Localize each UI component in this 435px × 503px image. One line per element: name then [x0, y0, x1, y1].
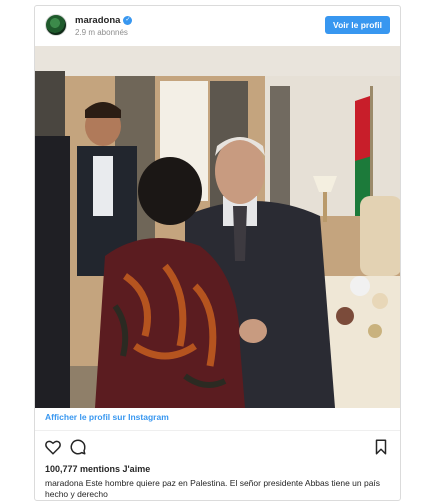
caption: maradona Este hombre quiere paz en Pales… [45, 478, 390, 500]
username[interactable]: maradona [75, 15, 120, 26]
comment-icon[interactable] [69, 438, 87, 456]
followers-count: 2.9 m abonnés [75, 28, 128, 37]
username-row[interactable]: maradona ✓ [75, 15, 133, 26]
caption-username[interactable]: maradona [45, 478, 83, 488]
divider [35, 430, 400, 431]
bookmark-icon[interactable] [372, 438, 390, 456]
likes-count[interactable]: 100,777 mentions J'aime [45, 464, 150, 474]
heart-icon[interactable] [44, 438, 62, 456]
post-photo[interactable] [35, 46, 400, 408]
caption-text: Este hombre quiere paz en Palestina. El … [45, 478, 381, 499]
action-bar [35, 436, 400, 460]
photo-illustration [35, 46, 400, 408]
avatar[interactable] [45, 14, 67, 36]
view-profile-on-instagram-link[interactable]: Afficher le profil sur Instagram [45, 412, 169, 422]
view-profile-button[interactable]: Voir le profil [325, 16, 390, 34]
post-header: maradona ✓ 2.9 m abonnés Voir le profil [35, 6, 400, 46]
instagram-embed: maradona ✓ 2.9 m abonnés Voir le profil [34, 5, 401, 501]
verified-badge-icon: ✓ [123, 16, 133, 25]
